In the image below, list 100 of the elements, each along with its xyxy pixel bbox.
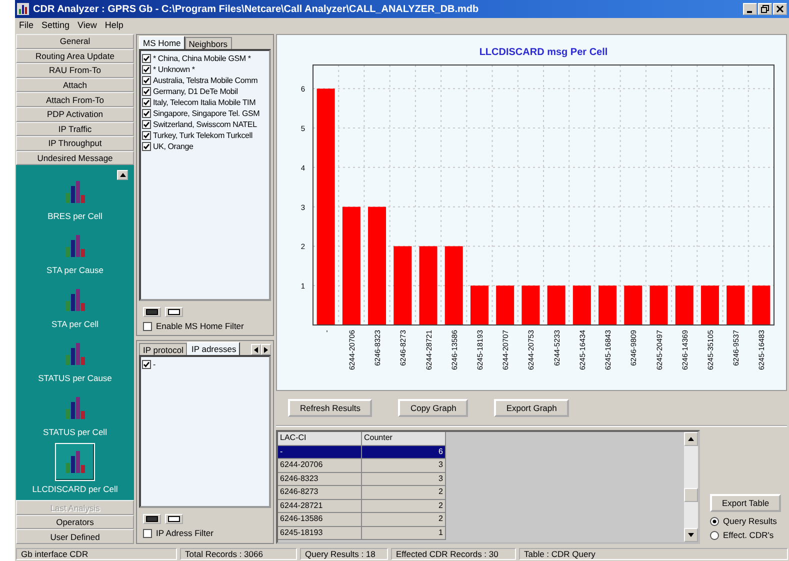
tab[interactable]: IP adresses [187,342,240,355]
table-row[interactable]: 6246-8273 2 [278,486,446,500]
close-button[interactable] [773,3,787,15]
report-item[interactable] [55,442,95,481]
bar-chart-icon [64,396,86,420]
nav-button[interactable]: IP Throughput [16,136,134,151]
radio-label: Effect. CDR's [723,530,774,540]
checkbox[interactable] [142,142,151,151]
radio-button[interactable] [710,530,719,540]
list-item-label: - [153,360,156,369]
report-label: STA per Cause [46,264,104,275]
table-row[interactable]: 6244-20706 3 [278,459,446,472]
table-row[interactable]: 6246-13586 2 [278,513,446,526]
radio-button[interactable] [710,516,719,526]
checkbox-label: Enable MS Home Filter [156,321,244,331]
export-table-button[interactable]: Export Table [710,494,782,512]
tab[interactable]: MS Home [139,36,185,49]
app-icon [17,3,29,15]
status-field: Total Records : 3066 [180,548,297,560]
list-item-label: * China, China Mobile GSM * [153,54,251,63]
bar [650,286,668,325]
scroll-left-button[interactable] [251,344,261,355]
table-cell: 6246-8273 [278,486,362,500]
scrollbar[interactable] [684,432,698,542]
table-cell: 3 [362,459,446,472]
table-row[interactable]: 6245-18193 1 [278,526,446,540]
left-arrow-icon [254,346,258,352]
table-row[interactable]: - 6 [278,446,446,459]
table-cell: 3 [362,472,446,486]
menu-item[interactable]: View [78,20,97,30]
checkbox-label: IP Adress Filter [156,528,214,538]
report-label: LLCDISCARD per Cell [32,484,118,494]
graph-button[interactable]: Export Graph [494,399,569,417]
checkbox[interactable] [142,131,151,140]
filled-bar-icon [146,516,158,522]
nav-button[interactable]: Operators [16,514,134,530]
table-row[interactable]: 6246-8323 3 [278,472,446,486]
checkbox[interactable] [143,528,152,538]
uncheck-all-button[interactable] [165,514,183,524]
check-all-button[interactable] [143,514,161,524]
menu-item[interactable]: Help [104,20,124,30]
menu-item[interactable]: File [19,20,34,30]
nav-button[interactable]: Routing Area Update [16,48,134,64]
bar-chart-icon [64,342,86,366]
chart-title: LLCDISCARD msg Per Cell [479,47,608,58]
checkbox[interactable] [142,65,151,74]
nav-button[interactable]: IP Traffic [16,122,134,136]
graph-button[interactable]: Copy Graph [398,399,468,417]
scroll-up-button[interactable] [117,170,128,180]
column-header[interactable]: Counter [362,432,446,446]
status-field: Gb interface CDR [16,548,177,560]
bar [598,286,617,325]
nav-button[interactable]: PDP Activation [16,106,134,122]
nav-button[interactable]: Attach From-To [16,92,134,107]
minimize-button[interactable] [743,3,757,15]
report-label: STATUS per Cell [43,426,107,437]
radio-label: Query Results [723,516,777,526]
checkbox[interactable] [142,98,151,107]
nav-button[interactable]: General [16,34,134,49]
graph-button[interactable]: Refresh Results [288,399,372,417]
checkbox[interactable] [142,87,151,96]
report-label: STA per Cell [51,318,99,329]
table-cell: 6245-18193 [278,526,362,540]
table-cell: 6244-20706 [278,459,362,472]
scroll-thumb[interactable] [684,488,698,502]
column-header[interactable]: LAC-CI [278,432,362,446]
table-cell: 6246-8323 [278,472,362,486]
nav-button[interactable]: RAU From-To [16,63,134,78]
table-cell: 2 [362,500,446,513]
tab[interactable]: Neighbors [184,37,232,49]
list-item-label: Australia, Telstra Mobile Comm [153,76,258,85]
report-label: BRES per Cell [48,210,102,221]
list-item-label: * Unknown * [153,65,195,74]
nav-button[interactable]: User Defined [16,529,134,544]
bar [726,286,745,325]
nav-button[interactable]: Attach [16,78,134,92]
bar [675,286,694,325]
menu-item[interactable]: Setting [42,20,70,30]
status-field: Table : CDR Query [519,548,788,560]
uncheck-all-button[interactable] [165,307,183,317]
up-arrow-icon [120,173,126,178]
empty-bar-icon [168,309,180,315]
list-item-label: UK, Orange [153,142,194,151]
checkbox[interactable] [142,109,151,118]
checkbox[interactable] [143,322,152,330]
checkbox[interactable] [142,360,151,369]
checkbox[interactable] [142,54,151,63]
checkbox[interactable] [142,120,151,129]
restore-button[interactable] [758,3,772,15]
restore-icon [761,5,769,13]
nav-button[interactable]: Undesired Message [16,150,134,166]
check-all-button[interactable] [143,307,161,317]
scroll-right-button[interactable] [261,344,271,355]
empty-bar-icon [168,516,180,522]
tab[interactable]: IP protocol [139,343,188,355]
list-item-label: Italy, Telecom Italia Mobile TIM [153,98,256,107]
bar [547,286,566,325]
table-row[interactable]: 6244-28721 2 [278,500,446,513]
checkbox[interactable] [142,76,151,85]
table-cell: 6244-28721 [278,500,362,513]
